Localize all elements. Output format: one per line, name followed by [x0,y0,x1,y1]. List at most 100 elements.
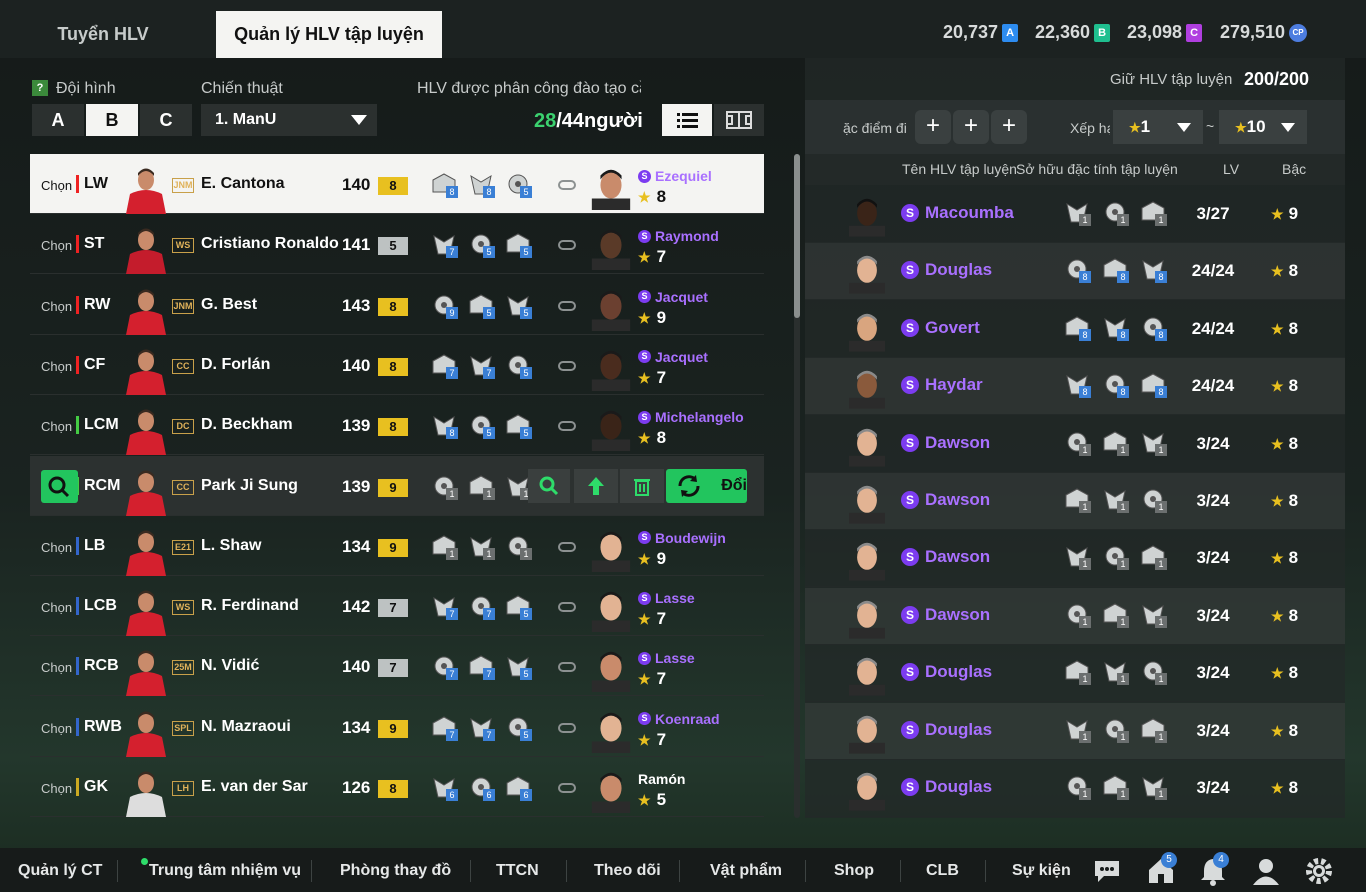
player-row[interactable]: Chọn ST WS Cristiano Ronaldo 141 5 7 5 5 S Raymond… [30,214,764,275]
nav-locker-room[interactable]: Phòng thay đồ [340,862,451,880]
add-trait-filter-button[interactable]: + [991,110,1027,144]
select-label[interactable]: Chọn [41,540,72,555]
nav-events[interactable]: Sự kiện [1012,862,1071,880]
nav-club[interactable]: CLB [926,862,959,880]
coach-search-button[interactable] [528,469,570,503]
rank-from-dropdown[interactable]: ★1 [1113,110,1203,144]
coach-row[interactable]: S Dawson 1 1 1 3/24 ★ 8 [805,530,1345,588]
upgrade-button[interactable] [574,469,618,503]
coach-row[interactable]: S Macoumba 1 1 1 3/27 ★ 9 [805,186,1345,243]
trait-level: 1 [1155,501,1167,513]
star-icon: ★ [638,792,651,808]
coach-row[interactable]: S Govert 8 8 8 24/24 ★ 8 [805,301,1345,358]
lineup-option-b[interactable]: B [86,104,138,136]
delete-button[interactable] [620,469,664,503]
player-row[interactable]: Chọn LW JNM E. Cantona 140 8 8 8 5 S Ezequiel ★ 8 [30,154,764,214]
field-view-button[interactable] [714,104,764,136]
tab-manage-coaches[interactable]: Quản lý HLV tập luyện [216,11,442,58]
player-row[interactable]: Chọn RWB SPL N. Mazraoui 134 9 7 7 5 S Koenraad ★ 7 [30,697,764,757]
chat-icon[interactable] [1092,856,1122,886]
coach-grade: ★ 7 [638,730,666,750]
star-icon: ★ [1271,550,1284,567]
nav-personal-info[interactable]: TTCN [496,862,539,880]
nav-mission-center[interactable]: Trung tâm nhiệm vụ [149,862,301,880]
notification-badge: 4 [1213,852,1229,868]
coach-name-text: Govert [925,317,980,337]
training-trait-icon: 6 [430,775,458,801]
trait-level: 1 [446,547,458,560]
currency-a: 20,737 A [943,22,1019,43]
coach-row[interactable]: S Haydar 8 8 8 24/24 ★ 8 [805,358,1345,416]
nav-items[interactable]: Vật phẩm [710,862,782,880]
training-trait-icon: 7 [467,654,495,681]
currency-b-icon: B [1094,23,1111,42]
coach-name: S Dawson [901,433,990,453]
player-row[interactable]: Chọn GK LH E. van der Sar 126 8 6 6 6 Ramón ★ 5 [30,757,764,817]
player-row[interactable]: Chọn LCM DC D. Beckham 139 8 8 5 5 S Michelangelo ★… [30,395,764,456]
list-view-button[interactable] [662,104,712,136]
star-icon: ★ [638,671,651,688]
player-ovr: 126 [342,778,371,797]
currency-cp-value: 279,510 [1220,22,1286,42]
lineup-option-c[interactable]: C [140,104,192,136]
coach-name-text: Dawson [925,490,991,509]
player-row[interactable]: Chọn RCB 25M N. Vidić 140 7 7 7 5 S Lasse ★ 7 [30,636,764,697]
search-player-button[interactable] [41,470,78,503]
rank-to-dropdown[interactable]: ★10 [1219,110,1307,144]
select-label[interactable]: Chọn [41,781,72,796]
coach-row[interactable]: S Douglas 8 8 8 24/24 ★ 8 [805,243,1345,301]
select-label[interactable]: Chọn [41,359,72,374]
trait-level: 7 [483,668,495,681]
select-label[interactable]: Chọn [41,178,72,193]
coach-grade: ★ 7 [638,247,666,267]
scrollbar-thumb[interactable] [794,154,800,318]
coach-level: 3/24 [1196,548,1230,568]
select-label[interactable]: Chọn [41,419,72,434]
nav-shop[interactable]: Shop [834,862,874,880]
trait-level: 1 [1079,788,1091,800]
settings-icon[interactable] [1304,856,1334,886]
coach-level: 3/24 [1196,720,1230,740]
coach-level: 3/24 [1196,778,1230,797]
help-icon[interactable]: ? [32,80,48,96]
coach-grade: ★ 7 [638,609,666,629]
player-row[interactable]: Chọn RW JNM G. Best 143 8 9 5 5 S Jacquet ★ 9 [30,275,764,335]
lineup-label: Đội hình [56,80,116,97]
coach-grade: ★ 8 [1271,434,1298,454]
add-trait-filter-button[interactable]: + [915,110,951,144]
coach-name-text: Douglas [925,260,993,280]
nav-follow[interactable]: Theo dõi [594,862,661,880]
assigned-coach-name: S Michelangelo [638,409,744,425]
select-label[interactable]: Chọn [41,660,72,675]
coach-grade-value: 7 [656,729,667,749]
player-row[interactable]: Chọn CF CC D. Forlán 140 8 7 7 5 S Jacquet ★ 7 [30,335,764,395]
link-icon [558,662,576,673]
select-label[interactable]: Chọn [41,600,72,615]
player-row[interactable]: Chọn LB E21 L. Shaw 134 9 1 1 1 S Boudewijn ★ 9 [30,516,764,576]
tab-recruit-coach[interactable]: Tuyển HLV [0,11,206,58]
link-icon [558,541,576,552]
coach-row[interactable]: S Dawson 1 1 1 3/24 ★ 8 [805,416,1345,473]
nav-club-management[interactable]: Quản lý CT [18,862,102,880]
training-trait-icon: 1 [1139,430,1167,456]
lineup-option-a[interactable]: A [32,104,84,136]
special-coach-icon: S [901,663,919,682]
profile-icon[interactable] [1251,856,1281,886]
star-icon: ★ [1271,780,1284,796]
select-label[interactable]: Chọn [41,238,72,253]
coach-avatar [590,285,632,331]
coach-row[interactable]: S Dawson 1 1 1 3/24 ★ 8 [805,587,1345,645]
player-row[interactable]: Chọn LCB WS R. Ferdinand 142 7 7 7 5 S Lasse ★ 7 [30,576,764,637]
coach-row[interactable]: S Douglas 1 1 1 3/24 ★ 8 [805,702,1345,760]
coach-avatar [590,224,632,271]
trait-level: 1 [1117,501,1129,513]
swap-button[interactable]: Đổi [666,469,747,503]
training-trait-icon: 1 [1063,430,1091,456]
select-label[interactable]: Chọn [41,721,72,736]
select-label[interactable]: Chọn [41,299,72,314]
tactic-dropdown[interactable]: 1. ManU [201,104,377,136]
coach-row[interactable]: S Douglas 1 1 1 3/24 ★ 8 [805,645,1345,703]
coach-row[interactable]: S Douglas 1 1 1 3/24 ★ 8 [805,760,1345,817]
coach-row[interactable]: S Dawson 1 1 1 3/24 ★ 8 [805,473,1345,530]
add-trait-filter-button[interactable]: + [953,110,989,144]
